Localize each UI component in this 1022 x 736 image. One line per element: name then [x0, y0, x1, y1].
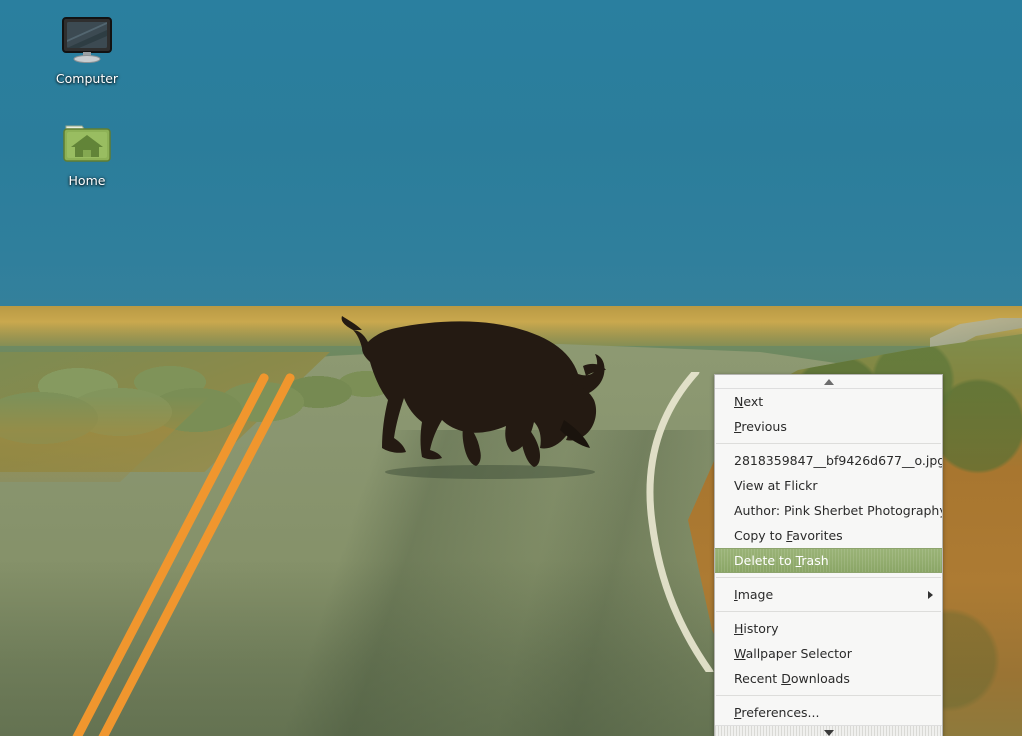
wallpaper-bison	[340, 300, 640, 480]
scroll-down-arrow[interactable]	[715, 725, 942, 736]
menu-item-delete-to-trash[interactable]: Delete to Trash	[715, 548, 942, 573]
menu-item-label: Delete to Trash	[734, 553, 829, 568]
menu-item-label: Wallpaper Selector	[734, 646, 852, 661]
home-folder-icon	[44, 118, 130, 170]
menu-item-recent-downloads[interactable]: Recent Downloads	[715, 666, 942, 691]
desktop-icon-label: Computer	[55, 71, 119, 86]
menu-item-copy-to-favorites[interactable]: Copy to Favorites	[715, 523, 942, 548]
menu-separator	[716, 611, 941, 612]
desktop[interactable]: Computer Home Next Previous 2818359847__bf…	[0, 0, 1022, 736]
context-menu-body: Next Previous 2818359847__bf9426d677__o.jp…	[715, 389, 942, 725]
menu-item-label: 2818359847__bf9426d677__o.jpg	[734, 453, 942, 468]
scroll-up-arrow[interactable]	[715, 375, 942, 389]
menu-item-history[interactable]: History	[715, 616, 942, 641]
menu-item-wallpaper-selector[interactable]: Wallpaper Selector	[715, 641, 942, 666]
submenu-arrow-icon	[928, 590, 933, 599]
wallpaper-sky	[0, 0, 1022, 318]
menu-item-author[interactable]: Author: Pink Sherbet Photography	[715, 498, 942, 523]
menu-item-previous[interactable]: Previous	[715, 414, 942, 439]
wallpaper-context-menu[interactable]: Next Previous 2818359847__bf9426d677__o.jp…	[714, 374, 943, 736]
menu-item-preferences[interactable]: Preferences...	[715, 700, 942, 725]
menu-item-filename[interactable]: 2818359847__bf9426d677__o.jpg	[715, 448, 942, 473]
menu-separator	[716, 443, 941, 444]
menu-separator	[716, 577, 941, 578]
menu-item-label: Copy to Favorites	[734, 528, 843, 543]
menu-item-label: Author: Pink Sherbet Photography	[734, 503, 942, 518]
desktop-icon-computer[interactable]: Computer	[44, 16, 130, 86]
desktop-icon-home[interactable]: Home	[44, 118, 130, 188]
chevron-down-icon	[823, 730, 834, 736]
menu-item-label: Next	[734, 394, 764, 409]
menu-item-label: Previous	[734, 419, 787, 434]
menu-item-image[interactable]: Image	[715, 582, 942, 607]
chevron-up-icon	[823, 378, 834, 385]
menu-item-label: History	[734, 621, 779, 636]
desktop-icon-label: Home	[68, 173, 106, 188]
menu-separator	[716, 695, 941, 696]
menu-item-label: View at Flickr	[734, 478, 818, 493]
menu-item-label: Preferences...	[734, 705, 820, 720]
menu-item-label: Image	[734, 587, 774, 602]
monitor-icon	[44, 16, 130, 68]
menu-item-next[interactable]: Next	[715, 389, 942, 414]
menu-item-label: Recent Downloads	[734, 671, 850, 686]
menu-item-view-at-flickr[interactable]: View at Flickr	[715, 473, 942, 498]
